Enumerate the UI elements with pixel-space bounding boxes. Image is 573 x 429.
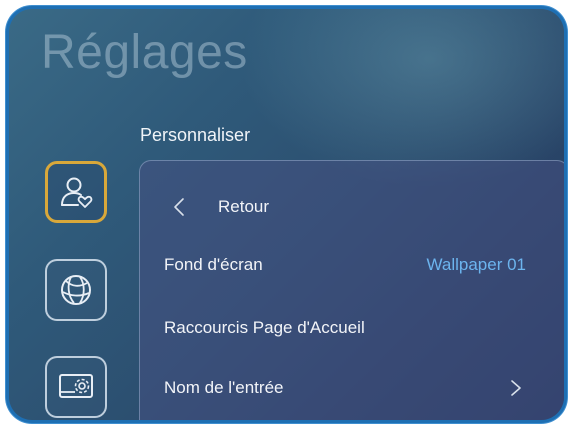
sidebar-item-network[interactable] (45, 259, 107, 321)
user-heart-icon (61, 177, 93, 208)
setting-value: Wallpaper 01 (426, 255, 526, 274)
setting-row-home-shortcuts[interactable]: Raccourcis Page d'Accueil (140, 308, 564, 348)
setting-row-wallpaper[interactable]: Fond d'écran Wallpaper 01 (140, 245, 564, 285)
globe-icon (61, 275, 91, 305)
page-title: Réglages (41, 26, 248, 79)
back-row[interactable]: Retour (140, 187, 564, 227)
setting-row-input-name[interactable]: Nom de l'entrée (140, 368, 564, 408)
section-title: Personnaliser (140, 125, 251, 145)
sidebar-item-display[interactable] (45, 356, 107, 418)
settings-screen: Réglages Personnaliser Retour Fond d'écr… (9, 9, 564, 420)
display-settings-icon (59, 374, 93, 398)
setting-label: Raccourcis Page d'Accueil (164, 318, 365, 337)
device-frame: Réglages Personnaliser Retour Fond d'écr… (6, 6, 567, 423)
setting-label: Fond d'écran (164, 255, 263, 274)
settings-panel: Retour Fond d'écran Wallpaper 01 Raccour… (139, 160, 564, 420)
sidebar-item-personalize[interactable] (45, 161, 107, 223)
chevron-right-icon (511, 380, 521, 396)
setting-label: Nom de l'entrée (164, 378, 284, 397)
back-label: Retour (218, 197, 270, 216)
chevron-left-icon (174, 198, 184, 216)
